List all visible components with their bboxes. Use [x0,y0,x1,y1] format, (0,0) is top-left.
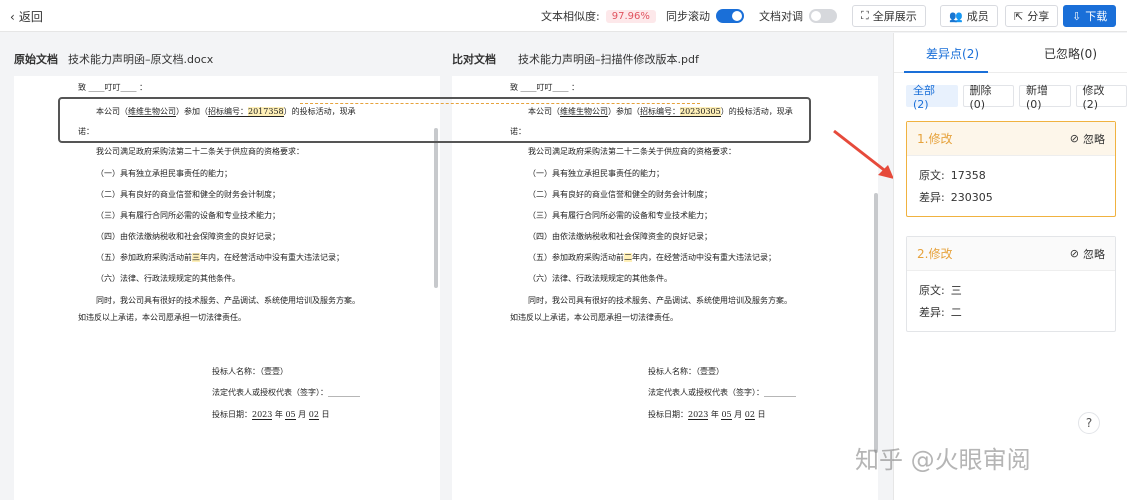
similarity-indicator: 文本相似度: 97.96% [541,8,656,24]
sidebar-tabs: 差异点(2) 已忽略(0) [894,33,1127,73]
diff-card[interactable]: 1.修改 ⊘ 忽略 原文: 17358 差异: 230305 [906,121,1116,217]
right-scrollbar[interactable] [874,193,878,453]
back-button[interactable]: ‹ 返回 [10,8,43,25]
original-doc-filename: 技术能力声明函–原文档.docx [68,53,214,66]
compared-doc-filename: 技术能力声明函–扫描件修改版本.pdf [518,53,699,66]
similarity-badge: 97.96% [605,9,656,23]
users-icon: 👥 [949,9,963,23]
diff-card-title: 1.修改 [917,132,953,146]
filter-all[interactable]: 全部(2) [906,84,958,111]
diff-changed-value: 二 [950,306,962,319]
tab-ignored[interactable]: 已忽略(0) [1044,45,1097,62]
watermark: 知乎 @火眼审阅 [855,446,1031,474]
left-scrollbar[interactable] [434,128,438,288]
share-button[interactable]: ⇱ 分享 [1005,5,1059,27]
help-button[interactable]: ? [1078,412,1100,434]
filter-deleted[interactable]: 删除(0) [962,84,1014,111]
toolbar: ‹ 返回 文本相似度: 97.96% 同步滚动 文档对调 ⛶ 全屏展示 👥 成员… [0,0,1127,32]
fullscreen-icon: ⛶ [861,9,869,22]
diff-card[interactable]: 2.修改 ⊘ 忽略 原文: 三 差异: 二 [906,236,1116,332]
diff-card-title: 2.修改 [917,247,953,261]
diff-highlight-2[interactable]: 三 [192,253,200,262]
diff-filter-group: 全部(2) 删除(0) 新增(0) 修改(2) [906,84,1127,111]
download-button[interactable]: ⇩ 下载 [1063,5,1117,27]
doc-swap-toggle[interactable] [809,9,837,23]
diff-highlight-2-compared[interactable]: 二 [624,253,632,262]
chevron-left-icon: ‹ [10,9,15,24]
compared-doc-header: 比对文档 技术能力声明函–扫描件修改版本.pdf [452,53,699,66]
diff-original-value: 17358 [950,168,986,182]
members-button[interactable]: 👥 成员 [940,5,998,27]
ignore-button[interactable]: ⊘ 忽略 [1070,131,1105,147]
annotation-arrow-icon [833,129,894,179]
filter-added[interactable]: 新增(0) [1019,84,1071,111]
ignore-button[interactable]: ⊘ 忽略 [1070,246,1105,262]
diff-changed-value: 230305 [950,190,993,204]
fullscreen-button[interactable]: ⛶ 全屏展示 [852,5,926,27]
filter-modified[interactable]: 修改(2) [1075,84,1127,111]
original-doc-header: 原始文档 技术能力声明函–原文档.docx [14,53,214,66]
share-icon: ⇱ [1014,9,1024,23]
tab-differences[interactable]: 差异点(2) [926,45,979,62]
sync-scroll-toggle[interactable] [716,9,744,23]
sync-scroll-control: 同步滚动 [666,8,744,24]
diff-original-value: 三 [950,284,962,297]
active-tab-indicator [904,71,988,73]
eye-off-icon: ⊘ [1069,247,1079,260]
diff-link-line [300,103,700,104]
download-icon: ⇩ [1072,9,1082,23]
eye-off-icon: ⊘ [1069,132,1079,145]
doc-swap-control: 文档对调 [759,8,837,24]
